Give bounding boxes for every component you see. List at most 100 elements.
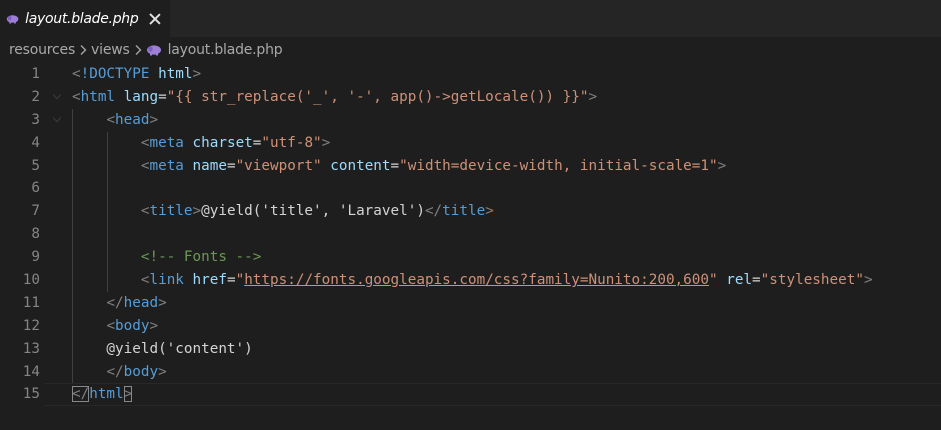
code-token: meta <box>149 134 184 151</box>
code-token: > <box>321 134 331 151</box>
fold-chevron-icon[interactable] <box>52 116 62 124</box>
breadcrumb-item-views[interactable]: views <box>91 42 130 58</box>
chevron-right-icon <box>134 44 142 56</box>
line-number: 15 <box>22 386 40 403</box>
line-number: 14 <box>22 363 40 380</box>
code-text: <!DOCTYPE html> <box>72 63 201 86</box>
code-line[interactable]: 13 @yield('content') <box>0 337 941 361</box>
php-elephant-icon <box>146 45 161 56</box>
breadcrumb-item-resources[interactable]: resources <box>9 42 75 58</box>
tab-bar: layout.blade.php <box>0 0 941 37</box>
line-number: 11 <box>22 294 40 311</box>
code-token: html <box>80 88 116 105</box>
code-token: > <box>158 294 167 311</box>
line-number: 13 <box>22 340 40 357</box>
code-token: head <box>123 294 159 311</box>
code-token: = <box>752 272 761 289</box>
code-token: content <box>330 157 391 174</box>
code-token: @yield('content') <box>72 340 253 357</box>
code-text: <meta charset="utf-8"> <box>72 132 330 155</box>
breadcrumb-item-file[interactable]: layout.blade.php <box>146 42 283 58</box>
code-line[interactable]: 15 </html> <box>0 383 941 407</box>
code-token: </ <box>106 294 124 311</box>
code-token: = <box>158 88 167 105</box>
code-text: <meta name="viewport" content="width=dev… <box>72 155 726 178</box>
code-line[interactable]: 12 <body> <box>0 314 941 338</box>
line-number: 7 <box>31 203 40 220</box>
code-token: < <box>72 66 81 82</box>
code-line[interactable]: 7 <title>@yield('title', 'Laravel')</tit… <box>0 200 941 224</box>
code-token: <!-- Fonts --> <box>140 249 262 266</box>
code-text: </html> <box>72 383 133 406</box>
code-token: title <box>149 203 193 220</box>
code-token: https://fonts.googleapis.com/css?family=… <box>244 272 709 289</box>
line-number: 12 <box>22 317 40 334</box>
code-token: lang <box>123 88 159 105</box>
code-token: > <box>192 203 202 220</box>
tab-label: layout.blade.php <box>25 10 139 27</box>
code-token: meta <box>149 157 184 174</box>
code-line[interactable]: 1 <!DOCTYPE html> <box>0 63 941 86</box>
code-token: html <box>89 386 124 403</box>
code-token: rel <box>726 272 753 289</box>
code-token: = <box>390 157 400 174</box>
code-token: < <box>106 111 116 128</box>
code-text: <title>@yield('title', 'Laravel')</title… <box>72 200 494 223</box>
code-token: > <box>158 363 167 380</box>
code-token: title <box>442 203 486 220</box>
code-token: "{{ str_replace('_', '-', app()->getLoca… <box>166 88 589 105</box>
code-line[interactable]: 14 </body> <box>0 360 941 384</box>
close-icon[interactable] <box>148 12 160 26</box>
code-token: body <box>123 363 159 380</box>
indent-guide <box>106 177 108 201</box>
code-text: <link href="https://fonts.googleapis.com… <box>72 269 873 292</box>
current-line-highlight <box>44 383 941 407</box>
indent-guide <box>72 177 73 201</box>
code-token: link <box>149 272 184 289</box>
code-token: body <box>115 317 150 334</box>
code-line[interactable]: 2 <html lang="{{ str_replace('_', '-', ap… <box>0 86 941 109</box>
tab-layout-blade[interactable]: layout.blade.php <box>0 0 170 37</box>
line-number: 6 <box>31 180 40 197</box>
code-line[interactable]: 10 <link href="https://fonts.googleapis.… <box>0 269 941 292</box>
line-number: 4 <box>31 134 40 151</box>
code-token: html <box>158 66 193 82</box>
code-token: " <box>235 272 245 289</box>
code-token: </ <box>424 203 443 220</box>
code-token: </ <box>72 386 90 403</box>
code-text: </body> <box>72 361 167 384</box>
code-token: "viewport" <box>235 157 322 174</box>
code-token: "stylesheet" <box>760 272 864 289</box>
code-line[interactable]: 5 <meta name="viewport" content="width=d… <box>0 154 941 178</box>
code-line[interactable]: 9 <!-- Fonts --> <box>0 246 941 270</box>
code-line[interactable]: 6 <box>0 177 941 201</box>
code-token: href <box>192 272 227 289</box>
code-token: > <box>149 111 159 128</box>
line-number: 2 <box>31 88 40 105</box>
code-text: <!-- Fonts --> <box>72 246 262 269</box>
code-token: > <box>863 272 873 289</box>
code-token: = <box>226 157 236 174</box>
code-line[interactable]: 11 </head> <box>0 291 941 315</box>
code-text: <html lang="{{ str_replace('_', '-', app… <box>72 86 597 109</box>
code-line[interactable]: 4 <meta charset="utf-8"> <box>0 131 941 155</box>
code-line[interactable]: 8 <box>0 223 941 247</box>
code-token: > <box>123 386 133 403</box>
code-editor[interactable]: 1 <!DOCTYPE html> 2 <html lang="{{ str_repl… <box>0 63 941 430</box>
fold-chevron-icon[interactable] <box>52 93 62 101</box>
code-token: > <box>588 88 598 105</box>
indent-guide <box>106 223 108 247</box>
code-token: name <box>192 157 227 174</box>
line-number: 10 <box>22 272 40 289</box>
code-line[interactable]: 3 <head> <box>0 108 941 132</box>
